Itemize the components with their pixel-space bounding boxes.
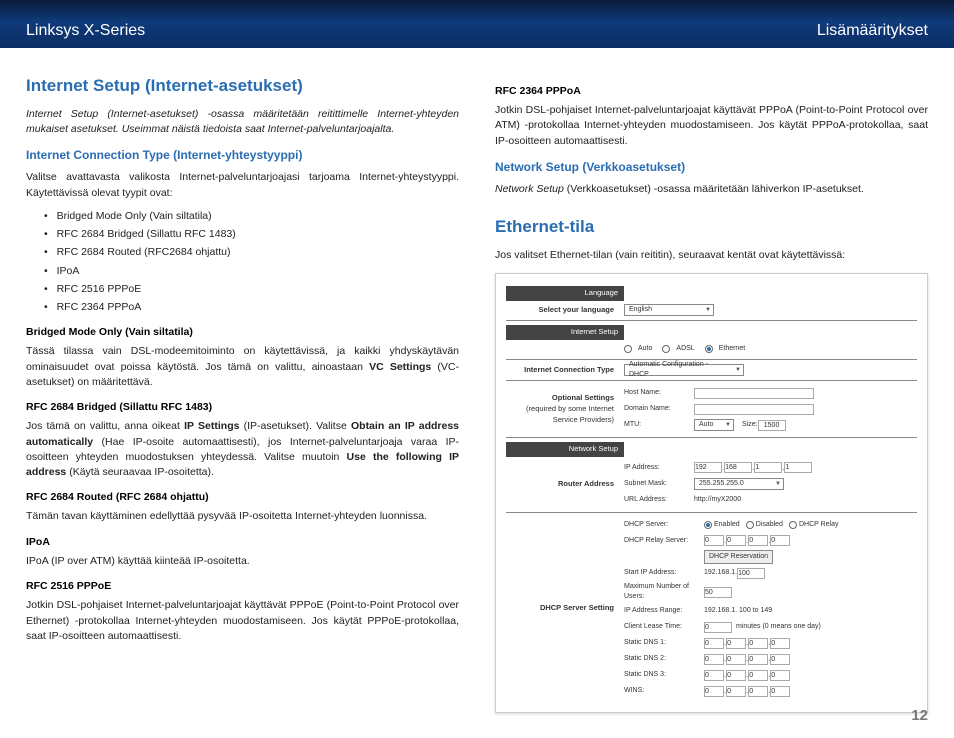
p-pa: Jotkin DSL-pohjaiset Internet-palvelunta… [495, 103, 928, 149]
h3-ict: Internet Connection Type (Internet-yhtey… [26, 147, 459, 164]
label-ict: Internet Connection Type [506, 365, 624, 376]
p-ip: IPoA (IP over ATM) käyttää kiinteää IP-o… [26, 554, 459, 569]
dns-input[interactable]: 0 [770, 638, 790, 649]
dns-input[interactable]: 0 [770, 654, 790, 665]
list-item: RFC 2684 Routed (RFC2684 ohjattu) [44, 245, 459, 260]
wins-input[interactable]: 0 [704, 686, 724, 697]
h4-ip: IPoA [26, 535, 459, 550]
list-item: RFC 2364 PPPoA [44, 300, 459, 315]
label-opt: Optional Settings (required by some Inte… [506, 393, 624, 426]
relay-input[interactable]: 0 [748, 535, 768, 546]
h2-internet-setup: Internet Setup (Internet-asetukset) [26, 74, 459, 99]
dns-input[interactable]: 0 [726, 638, 746, 649]
header-bar: Linksys X-Series Lisämääritykset [0, 0, 954, 48]
dns-input[interactable]: 0 [704, 654, 724, 665]
ip-input[interactable]: 1 [784, 462, 812, 473]
ip-input[interactable]: 192 [694, 462, 722, 473]
radio-disabled[interactable] [746, 521, 754, 529]
wins-input[interactable]: 0 [770, 686, 790, 697]
label-router-address: Router Address [506, 479, 624, 490]
relay-input[interactable]: 0 [704, 535, 724, 546]
header-left: Linksys X-Series [26, 22, 145, 40]
radio-relay[interactable] [789, 521, 797, 529]
subnet-select[interactable]: 255.255.255.0 [694, 478, 784, 490]
left-column: Internet Setup (Internet-asetukset) Inte… [26, 74, 459, 713]
radio-enabled[interactable] [704, 521, 712, 529]
type-list: Bridged Mode Only (Vain siltatila) RFC 2… [44, 209, 459, 315]
startip-input[interactable]: 100 [737, 568, 765, 579]
maxusers-input[interactable]: 50 [704, 587, 732, 598]
list-item: RFC 2516 PPPoE [44, 282, 459, 297]
sect-language: Language [506, 286, 624, 301]
dhcp-reservation-button[interactable]: DHCP Reservation [704, 550, 773, 564]
p-rr: Tämän tavan käyttäminen edellyttää pysyv… [26, 509, 459, 524]
h2-eth: Ethernet-tila [495, 215, 928, 240]
intro-text: Internet Setup (Internet-asetukset) -osa… [26, 107, 459, 137]
p-ict: Valitse avattavasta valikosta Internet-p… [26, 170, 459, 200]
p-bm: Tässä tilassa vain DSL-modeemitoiminto o… [26, 344, 459, 390]
wins-input[interactable]: 0 [726, 686, 746, 697]
dns-input[interactable]: 0 [726, 670, 746, 681]
label-dhcp-setting: DHCP Server Setting [506, 603, 624, 614]
page-number: 12 [911, 707, 928, 724]
p-ns: Network Setup (Verkkoasetukset) -osassa … [495, 182, 928, 197]
h4-bm: Bridged Mode Only (Vain siltatila) [26, 325, 459, 340]
right-column: RFC 2364 PPPoA Jotkin DSL-pohjaiset Inte… [495, 74, 928, 713]
ict-select[interactable]: Automatic Configuration - DHCP [624, 364, 744, 376]
dns-input[interactable]: 0 [726, 654, 746, 665]
p-rb: Jos tämä on valittu, anna oikeat IP Sett… [26, 419, 459, 480]
radio-auto[interactable] [624, 345, 632, 353]
list-item: IPoA [44, 264, 459, 279]
mtu-select[interactable]: Auto [694, 419, 734, 431]
radio-ethernet[interactable] [705, 345, 713, 353]
dns-input[interactable]: 0 [748, 670, 768, 681]
domain-input[interactable] [694, 404, 814, 415]
p-eth: Jos valitset Ethernet-tilan (vain reitit… [495, 248, 928, 263]
ip-input[interactable]: 168 [724, 462, 752, 473]
lang-select[interactable]: English [624, 304, 714, 316]
size-input[interactable]: 1500 [758, 420, 786, 431]
settings-screenshot: Language Select your language English In… [495, 273, 928, 713]
radio-adsl[interactable] [662, 345, 670, 353]
list-item: Bridged Mode Only (Vain siltatila) [44, 209, 459, 224]
label-select-lang: Select your language [506, 305, 624, 316]
host-input[interactable] [694, 388, 814, 399]
list-item: RFC 2684 Bridged (Sillattu RFC 1483) [44, 227, 459, 242]
sect-internet-setup: Internet Setup [506, 325, 624, 340]
p-pe: Jotkin DSL-pohjaiset Internet-palvelunta… [26, 598, 459, 644]
wins-input[interactable]: 0 [748, 686, 768, 697]
relay-input[interactable]: 0 [770, 535, 790, 546]
h3-ns: Network Setup (Verkkoasetukset) [495, 159, 928, 176]
ip-input[interactable]: 1 [754, 462, 782, 473]
sect-network-setup: Network Setup [506, 442, 624, 457]
header-right: Lisämääritykset [817, 22, 928, 40]
h4-pe: RFC 2516 PPPoE [26, 579, 459, 594]
h4-rr: RFC 2684 Routed (RFC 2684 ohjattu) [26, 490, 459, 505]
dns-input[interactable]: 0 [770, 670, 790, 681]
h4-pa: RFC 2364 PPPoA [495, 84, 928, 99]
dns-input[interactable]: 0 [748, 654, 768, 665]
lease-input[interactable]: 0 [704, 622, 732, 633]
relay-input[interactable]: 0 [726, 535, 746, 546]
dns-input[interactable]: 0 [748, 638, 768, 649]
dns-input[interactable]: 0 [704, 638, 724, 649]
h4-rb: RFC 2684 Bridged (Sillattu RFC 1483) [26, 400, 459, 415]
dns-input[interactable]: 0 [704, 670, 724, 681]
